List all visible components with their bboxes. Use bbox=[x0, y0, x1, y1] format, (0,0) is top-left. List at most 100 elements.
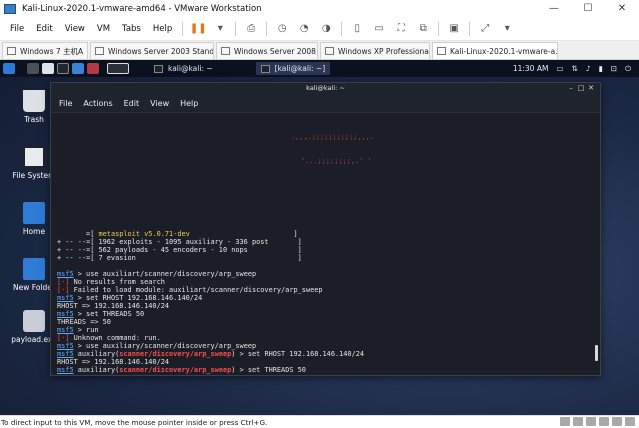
terminal-line: [-] Unknown command: run. bbox=[57, 334, 594, 342]
terminal-line: msf5 > use auxiliary/scanner/discovery/a… bbox=[57, 342, 594, 350]
app-launcher-icon[interactable] bbox=[87, 63, 99, 74]
workspace-switcher-icon[interactable] bbox=[107, 63, 129, 74]
terminal-menubar: File Actions Edit View Help bbox=[51, 94, 600, 113]
stretch-guest-icon[interactable]: ⤢ bbox=[478, 22, 492, 36]
executable-file-icon bbox=[23, 310, 45, 332]
send-ctrl-alt-del-icon[interactable]: ⎙ bbox=[244, 22, 258, 36]
terminal-text-segment: No results from search bbox=[69, 277, 165, 286]
snapshot-icon[interactable]: ◷ bbox=[275, 22, 289, 36]
menu-vm[interactable]: VM bbox=[91, 24, 116, 34]
toolbar-divider bbox=[438, 21, 440, 36]
unity-icon[interactable]: ⧉ bbox=[416, 22, 430, 36]
file-manager-icon[interactable] bbox=[42, 63, 54, 74]
menu-file[interactable]: File bbox=[4, 24, 30, 34]
library-view-icon[interactable]: ▯ bbox=[350, 22, 364, 36]
terminal-menu-help[interactable]: Help bbox=[180, 99, 198, 108]
terminal-window[interactable]: kali@kali: ~ – □ ✕ File Actions Edit Vie… bbox=[50, 82, 601, 376]
cd-drive-icon[interactable] bbox=[573, 417, 583, 426]
terminal-menu-file[interactable]: File bbox=[59, 99, 72, 108]
dropdown-arrow-icon[interactable]: ▾ bbox=[500, 22, 514, 36]
folder-icon bbox=[23, 258, 45, 280]
minimize-button[interactable]: — bbox=[537, 0, 571, 17]
dropdown-arrow-icon[interactable]: ▾ bbox=[213, 22, 227, 36]
display-icon[interactable] bbox=[625, 417, 635, 426]
terminal-text-segment: + -- --=[ 1962 exploits - 1095 auxiliary… bbox=[57, 237, 302, 246]
revert-snapshot-icon[interactable]: ◔ bbox=[297, 22, 311, 36]
banner-art-line: '...;;;;;;;;,.' ' bbox=[301, 157, 372, 166]
home-folder-icon bbox=[23, 202, 45, 224]
snapshot-manager-icon[interactable]: ◑ bbox=[319, 22, 333, 36]
terminal-menu-view[interactable]: View bbox=[150, 99, 169, 108]
close-tab-icon[interactable]: ✕ bbox=[83, 47, 87, 56]
menu-help[interactable]: Help bbox=[147, 24, 178, 34]
workspace-icon[interactable] bbox=[27, 63, 39, 74]
network-adapter-icon[interactable] bbox=[586, 417, 596, 426]
terminal-window-icon bbox=[260, 64, 270, 73]
terminal-line: + -- --=[ 562 payloads - 45 encoders - 1… bbox=[57, 246, 594, 254]
terminal-line: [-] No results from search bbox=[57, 278, 594, 286]
browser-icon[interactable] bbox=[72, 63, 84, 74]
thumbnail-view-icon[interactable]: ▭ bbox=[372, 22, 386, 36]
tab-windows-xp[interactable]: Windows XP Professional ✕ bbox=[320, 42, 430, 59]
toolbar-divider bbox=[266, 21, 268, 36]
network-icon[interactable]: ⇅ bbox=[572, 64, 578, 73]
panel-clock[interactable]: 11:30 AM bbox=[513, 64, 549, 73]
menu-edit[interactable]: Edit bbox=[30, 24, 58, 34]
vm-icon bbox=[7, 47, 16, 55]
terminal-line: =[ metasploit v5.0.71-dev ] bbox=[57, 230, 594, 238]
tab-windows-server-2008[interactable]: Windows Server 2008 E ✕ bbox=[216, 42, 318, 59]
vm-icon bbox=[325, 47, 334, 55]
power-icon[interactable]: ⏻ bbox=[625, 64, 631, 74]
terminal-window-controls: – □ ✕ bbox=[566, 83, 596, 94]
terminal-menu-edit[interactable]: Edit bbox=[124, 99, 140, 108]
terminal-minimize-icon[interactable]: – bbox=[566, 83, 576, 94]
terminal-text-segment: RHOST => 192.168.146.140/24 bbox=[57, 358, 170, 367]
tab-windows-server-2003[interactable]: Windows Server 2003 Standard... ✕ bbox=[90, 42, 214, 59]
terminal-line: msf5 auxiliary(scanner/discovery/arp_swe… bbox=[57, 366, 594, 374]
notification-bell-icon[interactable]: ♪ bbox=[586, 64, 591, 73]
taskbar-window-1[interactable]: kali@kali: ~ bbox=[149, 62, 218, 75]
tab-kali-linux[interactable]: Kali-Linux-2020.1-vmware-a... ✕ bbox=[432, 42, 558, 59]
terminal-maximize-icon[interactable]: □ bbox=[576, 83, 586, 94]
tab-label: Windows XP Professional bbox=[338, 46, 430, 56]
close-button[interactable]: ✕ bbox=[605, 0, 639, 17]
menu-view[interactable]: View bbox=[59, 24, 91, 34]
terminal-menu-actions[interactable]: Actions bbox=[83, 99, 112, 108]
battery-icon[interactable]: ▮ bbox=[599, 64, 603, 73]
hard-disk-icon[interactable] bbox=[560, 417, 570, 426]
terminal-text-segment: ) > set RHOST 192.168.146.140/24 bbox=[231, 350, 365, 359]
usb-icon[interactable] bbox=[599, 417, 609, 426]
status-text: To direct input to this VM, move the mou… bbox=[1, 417, 268, 427]
vmware-titlebar: Kali-Linux-2020.1-vmware-amd64 - VMware … bbox=[0, 0, 639, 17]
terminal-text-segment: scanner/discovery/arp_sweep bbox=[119, 350, 232, 359]
terminal-text-segment: =[ bbox=[57, 229, 99, 238]
terminal-scrollbar[interactable] bbox=[595, 345, 598, 361]
lock-icon[interactable]: ⊡ bbox=[611, 64, 617, 73]
terminal-text-segment: > set RHOST 192.168.146.140/24 bbox=[73, 294, 203, 303]
terminal-line: RHOST => 192.168.146.140/24 bbox=[57, 302, 594, 310]
maximize-button[interactable]: ☐ bbox=[571, 0, 605, 17]
terminal-text-segment: msf5 bbox=[57, 310, 74, 319]
terminal-line: msf5 > set THREADS 50 bbox=[57, 310, 594, 318]
tab-windows7[interactable]: Windows 7 主机A ✕ bbox=[2, 42, 88, 59]
terminal-titlebar: kali@kali: ~ – □ ✕ bbox=[51, 83, 600, 94]
tab-label: Kali-Linux-2020.1-vmware-a... bbox=[450, 46, 558, 56]
vm-display[interactable]: kali@kali: ~ [kali@kali: ~] 11:30 AM ▭ ⇅… bbox=[0, 60, 639, 415]
sound-icon[interactable] bbox=[612, 417, 622, 426]
taskbar-window-2[interactable]: [kali@kali: ~] bbox=[255, 62, 331, 75]
pause-icon[interactable]: ❚❚ bbox=[190, 22, 207, 36]
terminal-close-icon[interactable]: ✕ bbox=[586, 83, 596, 94]
terminal-text-segment: msf5 bbox=[57, 269, 74, 278]
kali-menu-icon[interactable] bbox=[3, 63, 15, 74]
console-view-icon[interactable]: ▣ bbox=[447, 22, 461, 36]
terminal-output[interactable]: .,,,.;;;;;;;;;;;,,,. '...;;;;;;;;,.' ' =… bbox=[51, 113, 600, 375]
terminal-text-segment: THREADS => 50 bbox=[57, 318, 111, 327]
menu-tabs[interactable]: Tabs bbox=[116, 24, 147, 34]
fullscreen-icon[interactable]: ⛶ bbox=[394, 22, 408, 36]
display-icon[interactable]: ▭ bbox=[556, 64, 563, 73]
terminal-line: [-] Failed to load module: auxiliart/sca… bbox=[57, 286, 594, 294]
terminal-text-segment: msf5 bbox=[57, 342, 74, 351]
terminal-icon[interactable] bbox=[57, 63, 69, 74]
terminal-text-segment: msf5 bbox=[57, 294, 74, 303]
